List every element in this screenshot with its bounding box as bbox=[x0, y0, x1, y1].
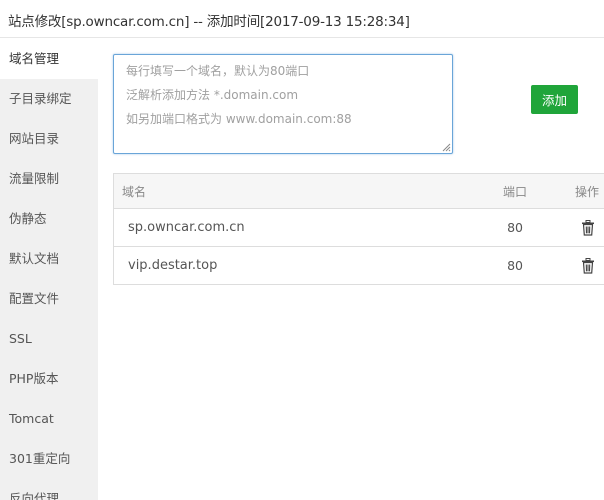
domain-cell: vip.destar.top bbox=[113, 246, 475, 285]
trash-icon[interactable] bbox=[581, 257, 595, 274]
domain-cell: sp.owncar.com.cn bbox=[113, 208, 475, 247]
port-cell: 80 bbox=[475, 246, 529, 285]
column-header-action: 操作 bbox=[529, 173, 604, 209]
add-domain-button[interactable]: 添加 bbox=[531, 85, 578, 114]
window-title: 站点修改[sp.owncar.com.cn] -- 添加时间[2017-09-1… bbox=[8, 14, 410, 30]
window-titlebar: 站点修改[sp.owncar.com.cn] -- 添加时间[2017-09-1… bbox=[0, 0, 604, 38]
sidebar-item-default-document[interactable]: 默认文档 bbox=[0, 239, 98, 279]
action-cell bbox=[529, 246, 604, 285]
trash-icon[interactable] bbox=[581, 219, 595, 236]
domain-table: 域名 端口 操作 sp.owncar.com.cn 80 vip.destar.… bbox=[113, 173, 604, 285]
table-left-border bbox=[113, 173, 114, 284]
sidebar-item-tomcat[interactable]: Tomcat bbox=[0, 399, 98, 439]
domain-input[interactable] bbox=[113, 54, 453, 154]
site-edit-window: 站点修改[sp.owncar.com.cn] -- 添加时间[2017-09-1… bbox=[0, 0, 604, 500]
sidebar-item-ssl[interactable]: SSL bbox=[0, 319, 98, 359]
sidebar-item-domain-management[interactable]: 域名管理 bbox=[0, 39, 98, 79]
port-cell: 80 bbox=[475, 208, 529, 247]
sidebar-item-php-version[interactable]: PHP版本 bbox=[0, 359, 98, 399]
column-header-port: 端口 bbox=[475, 173, 529, 209]
table-row: sp.owncar.com.cn 80 bbox=[113, 208, 604, 247]
sidebar-item-subdirectory-binding[interactable]: 子目录绑定 bbox=[0, 79, 98, 119]
table-row: vip.destar.top 80 bbox=[113, 246, 604, 285]
column-header-domain: 域名 bbox=[113, 173, 475, 209]
sidebar-item-reverse-proxy[interactable]: 反向代理 bbox=[0, 479, 98, 500]
sidebar-item-301-redirect[interactable]: 301重定向 bbox=[0, 439, 98, 479]
action-cell bbox=[529, 208, 604, 247]
sidebar-item-site-directory[interactable]: 网站目录 bbox=[0, 119, 98, 159]
sidebar-item-traffic-limit[interactable]: 流量限制 bbox=[0, 159, 98, 199]
sidebar-item-rewrite[interactable]: 伪静态 bbox=[0, 199, 98, 239]
sidebar-item-config-file[interactable]: 配置文件 bbox=[0, 279, 98, 319]
table-header-row: 域名 端口 操作 bbox=[113, 173, 604, 209]
settings-sidebar: 域名管理 子目录绑定 网站目录 流量限制 伪静态 默认文档 配置文件 SSL P… bbox=[0, 39, 98, 500]
